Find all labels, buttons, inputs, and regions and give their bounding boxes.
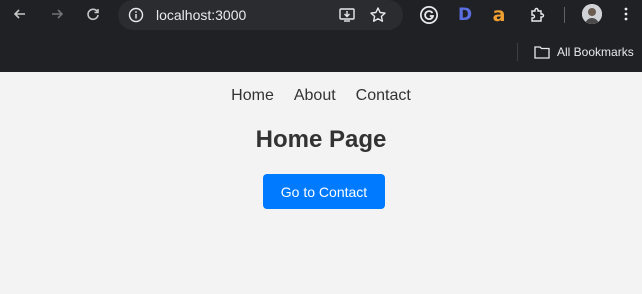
- go-to-contact-button[interactable]: Go to Contact: [263, 174, 385, 209]
- forward-button[interactable]: [45, 0, 69, 28]
- bookmarks-divider: [517, 43, 518, 61]
- page-title: Home Page: [255, 126, 387, 153]
- grammarly-icon: [420, 6, 438, 24]
- browser-menu-button[interactable]: [614, 0, 638, 28]
- install-app-icon: [339, 8, 355, 22]
- browser-toolbar: localhost:3000 D a: [0, 0, 642, 30]
- site-info-button[interactable]: [127, 6, 145, 24]
- reload-icon: [87, 8, 99, 21]
- amazon-extension[interactable]: a: [488, 4, 510, 26]
- extensions-puzzle-icon: [531, 7, 545, 22]
- url-text[interactable]: localhost:3000: [156, 6, 246, 24]
- nav-link-contact[interactable]: Contact: [356, 87, 411, 105]
- amazon-extension-icon: a: [492, 4, 506, 26]
- nav-link-home[interactable]: Home: [231, 87, 274, 105]
- nav-link-about[interactable]: About: [294, 87, 336, 105]
- site-info-icon: [128, 7, 144, 23]
- all-bookmarks-button[interactable]: All Bookmarks: [534, 43, 634, 61]
- toolbar-divider: [564, 7, 565, 23]
- install-app-button[interactable]: [337, 5, 357, 25]
- menu-kebab-icon: [624, 7, 628, 21]
- site-nav: Home About Contact: [0, 87, 642, 105]
- browser-chrome: localhost:3000 D a All Bookmarks: [0, 0, 642, 72]
- d-extension-icon: D: [457, 5, 473, 25]
- back-button[interactable]: [8, 0, 32, 28]
- page-content: Home About Contact Home Page Go to Conta…: [0, 72, 642, 294]
- back-icon: [13, 9, 25, 19]
- profile-avatar[interactable]: [582, 4, 602, 24]
- grammarly-extension[interactable]: [418, 4, 440, 26]
- reload-button[interactable]: [81, 0, 105, 28]
- bookmark-star-icon: [370, 7, 386, 22]
- folder-icon: [534, 46, 550, 59]
- all-bookmarks-label: All Bookmarks: [557, 45, 634, 59]
- forward-icon: [52, 9, 64, 19]
- address-bar[interactable]: localhost:3000: [118, 0, 403, 30]
- bookmark-star-button[interactable]: [368, 5, 388, 25]
- avatar-icon: [582, 4, 602, 24]
- bookmarks-bar: All Bookmarks: [0, 41, 642, 63]
- d-extension[interactable]: D: [454, 4, 476, 26]
- extensions-button[interactable]: [526, 4, 548, 26]
